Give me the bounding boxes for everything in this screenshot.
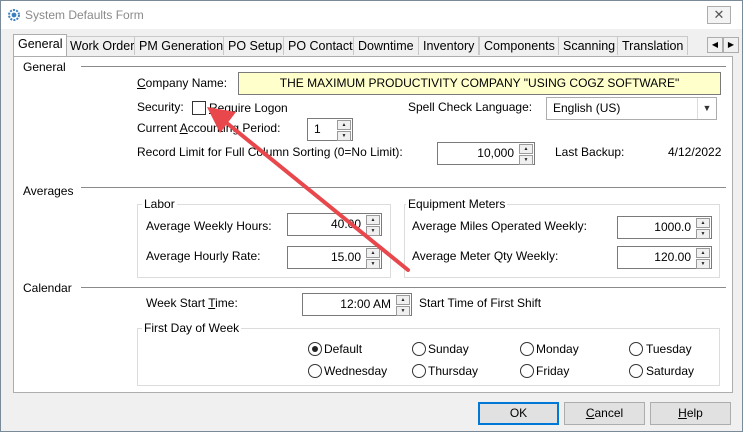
spin-down-icon[interactable]: ▼	[396, 306, 410, 316]
chevron-right-icon: ▶	[727, 40, 735, 49]
first-shift-label: Start Time of First Shift	[419, 296, 542, 310]
tab-scroll-left-button[interactable]: ◀	[707, 37, 723, 53]
cancel-button[interactable]: Cancel	[564, 402, 645, 425]
tab-pm-generation[interactable]: PM Generation	[134, 36, 229, 55]
first-day-of-week-title: First Day of Week	[142, 321, 242, 335]
last-backup-value: 4/12/2022	[668, 145, 722, 159]
radio-thursday[interactable]	[412, 364, 426, 378]
averages-section-label: Averages	[23, 184, 74, 198]
radio-tuesday[interactable]	[629, 342, 643, 356]
averages-divider	[81, 187, 726, 188]
tab-scroll-right-button[interactable]: ▶	[723, 37, 739, 53]
window-title: System Defaults Form	[25, 8, 144, 22]
radio-monday-label[interactable]: Monday	[536, 342, 579, 356]
week-start-time-label: Week Start Time:	[146, 296, 238, 310]
spin-down-icon[interactable]: ▼	[366, 259, 380, 269]
company-name-field[interactable]: THE MAXIMUM PRODUCTIVITY COMPANY "USING …	[238, 72, 721, 95]
record-limit-label: Record Limit for Full Column Sorting (0=…	[137, 145, 403, 159]
gear-icon	[8, 9, 20, 21]
general-divider	[81, 66, 726, 67]
ok-button[interactable]: OK	[478, 402, 559, 425]
spin-down-icon[interactable]: ▼	[696, 259, 710, 269]
calendar-divider	[81, 287, 726, 288]
labor-group-title: Labor	[142, 197, 177, 211]
accounting-period-stepper[interactable]: 1 ▲ ▼	[307, 118, 353, 141]
tab-translation[interactable]: Translation	[617, 36, 689, 55]
tab-po-setup[interactable]: PO Setup	[223, 36, 288, 55]
spell-check-language-select[interactable]: English (US) ▼	[546, 97, 717, 120]
radio-saturday-label[interactable]: Saturday	[646, 364, 694, 378]
radio-friday-label[interactable]: Friday	[536, 364, 569, 378]
chevron-down-icon: ▼	[697, 98, 716, 119]
miles-operated-stepper[interactable]: 1000.0 ▲ ▼	[617, 216, 712, 239]
hourly-rate-stepper[interactable]: 15.00 ▲ ▼	[287, 246, 382, 269]
radio-default-label[interactable]: Default	[324, 342, 362, 356]
radio-saturday[interactable]	[629, 364, 643, 378]
general-section-label: General	[23, 60, 66, 74]
spin-up-icon[interactable]: ▲	[366, 215, 380, 225]
spin-up-icon[interactable]: ▲	[337, 120, 351, 130]
tab-general[interactable]: General	[13, 34, 68, 56]
radio-wednesday[interactable]	[308, 364, 322, 378]
require-logon-label[interactable]: Require Logon	[209, 101, 288, 115]
weekly-hours-label: Average Weekly Hours:	[146, 219, 272, 233]
week-start-time-stepper[interactable]: 12:00 AM ▲ ▼	[302, 293, 412, 316]
spin-down-icon[interactable]: ▼	[696, 229, 710, 239]
radio-wednesday-label[interactable]: Wednesday	[324, 364, 387, 378]
tab-components[interactable]: Components	[479, 36, 560, 55]
spin-down-icon[interactable]: ▼	[519, 155, 533, 165]
company-name-label: Company Name:	[137, 76, 228, 90]
last-backup-label: Last Backup:	[555, 145, 625, 159]
tab-inventory[interactable]: Inventory	[418, 36, 480, 55]
weekly-hours-stepper[interactable]: 40.00 ▲ ▼	[287, 213, 382, 236]
radio-friday[interactable]	[520, 364, 534, 378]
spin-up-icon[interactable]: ▲	[366, 248, 380, 258]
miles-operated-label: Average Miles Operated Weekly:	[412, 219, 587, 233]
meter-qty-stepper[interactable]: 120.00 ▲ ▼	[617, 246, 712, 269]
tab-work-order[interactable]: Work Order	[65, 36, 140, 55]
accounting-period-label: Current Accounting Period:	[137, 121, 281, 135]
spin-down-icon[interactable]: ▼	[366, 226, 380, 236]
radio-monday[interactable]	[520, 342, 534, 356]
spin-up-icon[interactable]: ▲	[519, 144, 533, 154]
spin-up-icon[interactable]: ▲	[696, 218, 710, 228]
equipment-meters-group-title: Equipment Meters	[406, 197, 508, 211]
meter-qty-label: Average Meter Qty Weekly:	[412, 249, 559, 263]
tab-downtime[interactable]: Downtime	[353, 36, 419, 55]
chevron-left-icon: ◀	[711, 40, 719, 49]
tab-scanning[interactable]: Scanning	[558, 36, 621, 55]
title-bar: System Defaults Form ✕	[1, 1, 742, 29]
require-logon-checkbox[interactable]	[192, 101, 206, 115]
system-defaults-window: System Defaults Form ✕ General Work Orde…	[0, 0, 743, 432]
spin-up-icon[interactable]: ▲	[396, 295, 410, 305]
calendar-section-label: Calendar	[23, 281, 72, 295]
radio-tuesday-label[interactable]: Tuesday	[646, 342, 692, 356]
radio-sunday[interactable]	[412, 342, 426, 356]
close-button[interactable]: ✕	[707, 6, 731, 24]
close-icon: ✕	[713, 7, 725, 22]
hourly-rate-label: Average Hourly Rate:	[146, 249, 261, 263]
radio-default[interactable]	[308, 342, 322, 356]
radio-thursday-label[interactable]: Thursday	[428, 364, 478, 378]
radio-sunday-label[interactable]: Sunday	[428, 342, 469, 356]
spin-down-icon[interactable]: ▼	[337, 131, 351, 141]
spin-up-icon[interactable]: ▲	[696, 248, 710, 258]
tab-po-contact[interactable]: PO Contact	[283, 36, 358, 55]
record-limit-stepper[interactable]: 10,000 ▲ ▼	[437, 142, 535, 165]
spell-check-label: Spell Check Language:	[408, 100, 533, 114]
help-button[interactable]: Help	[650, 402, 731, 425]
security-label: Security:	[137, 100, 184, 114]
